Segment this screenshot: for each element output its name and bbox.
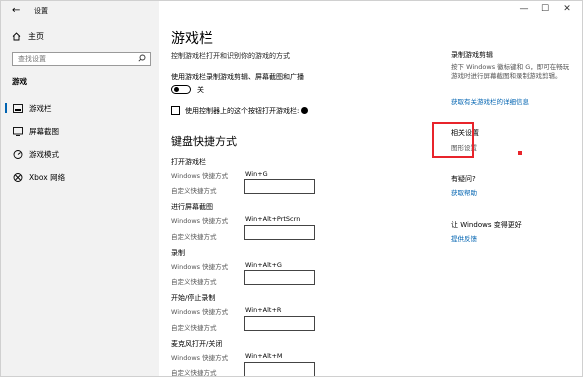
- game-bar-toggle[interactable]: [171, 85, 191, 94]
- sidebar-item-game-bar[interactable]: 游戏栏: [1, 99, 159, 117]
- search-box[interactable]: [12, 52, 151, 66]
- close-button[interactable]: ✕: [560, 4, 574, 14]
- windows-shortcut-value: Win+Alt+G: [245, 261, 282, 269]
- windows-shortcut-value: Win+G: [245, 170, 268, 178]
- windows-shortcut-value: Win+Alt+R: [245, 306, 282, 314]
- feedback-link[interactable]: 提供反馈: [451, 233, 477, 243]
- improve-windows-title: 让 Windows 变得更好: [451, 221, 522, 229]
- custom-shortcut-input[interactable]: [244, 316, 315, 331]
- maximize-button[interactable]: ☐: [538, 4, 552, 14]
- search-input[interactable]: [13, 53, 138, 65]
- get-help-link[interactable]: 获取帮助: [451, 187, 477, 197]
- custom-shortcut-label: 自定义快捷方式: [171, 369, 217, 377]
- sidebar-item-label: 游戏模式: [29, 149, 59, 159]
- shortcut-group-title: 打开游戏栏: [171, 158, 206, 166]
- custom-shortcut-input[interactable]: [244, 270, 315, 285]
- sidebar-item-label: 屏幕截图: [29, 126, 59, 136]
- shortcut-group-title: 进行屏幕截图: [171, 203, 213, 211]
- controller-button-checkbox[interactable]: [171, 106, 180, 115]
- custom-shortcut-label: 自定义快捷方式: [171, 278, 217, 286]
- nav-home-label: 主页: [28, 32, 44, 41]
- sidebar-item-game-mode[interactable]: 游戏模式: [1, 145, 159, 163]
- sidebar-item-label: 游戏栏: [29, 103, 52, 113]
- windows-shortcut-label: Windows 快捷方式: [171, 354, 229, 362]
- xbox-button-icon: [301, 107, 309, 114]
- window-title: 设置: [34, 7, 48, 15]
- custom-shortcut-input[interactable]: [244, 225, 315, 240]
- minimize-button[interactable]: —: [517, 4, 531, 14]
- xbox-icon: [13, 172, 23, 182]
- game-bar-info-link[interactable]: 获取有关游戏栏的详细信息: [451, 96, 529, 106]
- custom-shortcut-input[interactable]: [244, 362, 315, 376]
- record-caption: 使用游戏栏录制游戏剪辑、屏幕截图和广播: [171, 73, 304, 81]
- windows-shortcut-label: Windows 快捷方式: [171, 217, 229, 225]
- sidebar-item-xbox-network[interactable]: Xbox 网络: [1, 168, 159, 186]
- shortcut-group-title: 麦克风打开/关闭: [171, 340, 223, 348]
- custom-shortcut-label: 自定义快捷方式: [171, 187, 217, 195]
- page-description: 控制游戏栏打开和识别你的游戏的方式: [171, 52, 290, 60]
- clip-section-text: 按下 Windows 徽标键和 G，即可在畅玩游戏时进行屏幕截图和录制游戏剪辑。: [451, 63, 570, 80]
- custom-shortcut-input[interactable]: [244, 179, 315, 194]
- windows-shortcut-label: Windows 快捷方式: [171, 263, 229, 271]
- windows-shortcut-label: Windows 快捷方式: [171, 172, 229, 180]
- settings-window: ← 设置 — ☐ ✕ 主页 游戏 游戏栏 屏幕截图 游戏模式: [0, 0, 583, 377]
- shortcut-group-title: 开始/停止录制: [171, 294, 216, 302]
- page-title: 游戏栏: [171, 31, 213, 47]
- nav-home[interactable]: 主页: [12, 31, 44, 42]
- highlight-box: [432, 122, 474, 158]
- scrollbar[interactable]: [575, 23, 581, 373]
- search-icon: [138, 54, 146, 64]
- game-mode-icon: [13, 149, 23, 159]
- toggle-state-label: 关: [197, 86, 204, 94]
- title-bar: ← 设置 — ☐ ✕: [1, 1, 582, 23]
- back-arrow-icon[interactable]: ←: [12, 5, 20, 16]
- sidebar-item-screenshots[interactable]: 屏幕截图: [1, 122, 159, 140]
- custom-shortcut-label: 自定义快捷方式: [171, 324, 217, 332]
- screenshot-icon: [13, 126, 23, 136]
- custom-shortcut-label: 自定义快捷方式: [171, 233, 217, 241]
- windows-shortcut-value: Win+Alt+PrtScrn: [245, 215, 301, 223]
- game-bar-icon: [13, 103, 23, 113]
- clip-section-title: 录制游戏剪辑: [451, 51, 493, 59]
- home-icon: [12, 32, 21, 41]
- windows-shortcut-value: Win+Alt+M: [245, 352, 283, 360]
- sidebar-item-label: Xbox 网络: [29, 172, 66, 182]
- windows-shortcut-label: Windows 快捷方式: [171, 308, 229, 316]
- highlight-marker: [518, 151, 522, 155]
- shortcuts-heading: 键盘快捷方式: [171, 135, 237, 148]
- sidebar-section-label: 游戏: [12, 77, 27, 86]
- shortcut-group-title: 录制: [171, 249, 185, 257]
- question-title: 有疑问?: [451, 175, 476, 183]
- checkbox-label: 使用控制器上的这个按钮打开游戏栏:: [185, 106, 309, 116]
